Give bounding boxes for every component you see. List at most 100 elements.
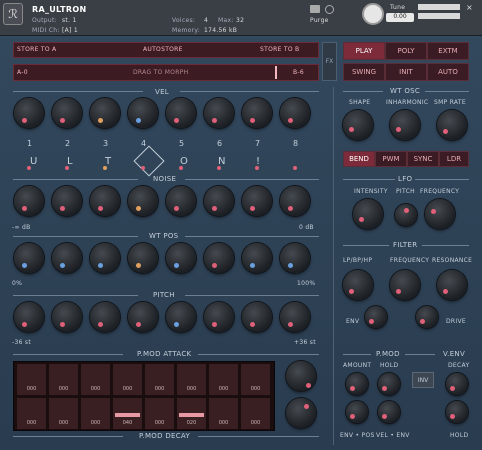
noise-step-7-knob[interactable]	[242, 186, 272, 216]
pmod-decay-cell[interactable]: 040	[112, 397, 143, 430]
inharmonic-knob[interactable]	[390, 110, 420, 140]
sync-button[interactable]: SYNC	[407, 151, 439, 167]
logo-icon[interactable]: ℛ	[3, 3, 23, 25]
poly-mode-button[interactable]: POLY	[385, 42, 427, 60]
init-button[interactable]: INIT	[385, 63, 427, 81]
pitch-step-5-knob[interactable]	[166, 302, 196, 332]
close-icon[interactable]: ×	[466, 4, 474, 12]
wtpos-step-8-knob[interactable]	[280, 243, 310, 273]
max-value[interactable]: 32	[236, 17, 244, 24]
pmod-attack-cell[interactable]: 000	[176, 363, 207, 396]
pwm-button[interactable]: PWM	[375, 151, 407, 167]
pitch-step-2-knob[interactable]	[52, 302, 82, 332]
venv-decay-knob[interactable]	[446, 373, 468, 395]
tune-knob[interactable]	[362, 3, 384, 25]
autostore-button[interactable]: AUTOSTORE	[143, 46, 183, 53]
pmod-attack-cell[interactable]: 000	[240, 363, 271, 396]
pmod-attack-cell[interactable]: 000	[48, 363, 79, 396]
filter-drive-knob[interactable]	[416, 306, 438, 328]
inv-button[interactable]: INV	[412, 372, 434, 388]
noise-step-1-knob[interactable]	[14, 186, 44, 216]
pmod-hold-knob[interactable]	[378, 373, 400, 395]
auto-button[interactable]: AUTO	[427, 63, 469, 81]
output-value[interactable]: st. 1	[62, 17, 77, 24]
wtpos-step-1-knob[interactable]	[14, 243, 44, 273]
pmod-decay-cell[interactable]: 020	[176, 397, 207, 430]
noise-step-2-knob[interactable]	[52, 186, 82, 216]
lfo-intensity-knob[interactable]	[353, 199, 383, 229]
vel-step-3-knob[interactable]	[90, 98, 120, 128]
extm-mode-button[interactable]: EXTM	[427, 42, 469, 60]
step-led	[141, 166, 145, 170]
purge-button[interactable]: Purge	[310, 17, 329, 24]
wtpos-step-5-knob[interactable]	[166, 243, 196, 273]
vel-step-5-knob[interactable]	[166, 98, 196, 128]
venv-hold-knob[interactable]	[446, 401, 468, 423]
info-icon[interactable]	[325, 5, 334, 14]
bend-button[interactable]: BEND	[343, 151, 375, 167]
play-mode-button[interactable]: PLAY	[343, 42, 385, 60]
smp-rate-knob[interactable]	[437, 110, 467, 140]
wtpos-section-title: WT POS	[149, 232, 179, 240]
vel-step-6-knob[interactable]	[204, 98, 234, 128]
pmod-decay-knob[interactable]	[286, 398, 316, 428]
vel-step-8-knob[interactable]	[280, 98, 310, 128]
pmod-attack-cell[interactable]: 000	[80, 363, 111, 396]
tune-value[interactable]: 0.00	[386, 13, 414, 22]
pitch-step-3-knob[interactable]	[90, 302, 120, 332]
pitch-step-8-knob[interactable]	[280, 302, 310, 332]
camera-icon[interactable]	[310, 5, 320, 13]
pmod-vel-env-knob[interactable]	[378, 401, 400, 423]
pmod-decay-cell[interactable]: 000	[144, 397, 175, 430]
pmod-decay-value: 040	[122, 420, 133, 426]
filter-mode-knob[interactable]	[343, 270, 373, 300]
lfo-pitch-knob[interactable]	[395, 204, 417, 226]
vel-step-1-knob[interactable]	[14, 98, 44, 128]
wtpos-step-6-knob[interactable]	[204, 243, 234, 273]
filter-frequency-knob[interactable]	[390, 270, 420, 300]
morph-handle[interactable]	[275, 66, 277, 79]
pmod-attack-cell[interactable]: 000	[144, 363, 175, 396]
wtpos-step-3-knob[interactable]	[90, 243, 120, 273]
kontakt-header: ℛ RA_ULTRON Output: st. 1 MIDI Ch: [A] 1…	[0, 0, 482, 36]
vel-step-4-knob[interactable]	[128, 98, 158, 128]
noise-step-3-knob[interactable]	[90, 186, 120, 216]
pitch-step-1-knob[interactable]	[14, 302, 44, 332]
pitch-step-4-knob[interactable]	[128, 302, 158, 332]
pitch-step-6-knob[interactable]	[204, 302, 234, 332]
wtpos-step-4-knob[interactable]	[128, 243, 158, 273]
pmod-env-pos-knob[interactable]	[346, 401, 368, 423]
pmod-amount-knob[interactable]	[346, 373, 368, 395]
ldr-button[interactable]: LDR	[439, 151, 469, 167]
filter-env-knob[interactable]	[365, 306, 387, 328]
tune-label: Tune	[390, 4, 406, 11]
wtpos-step-7-knob[interactable]	[242, 243, 272, 273]
pmod-decay-cell[interactable]: 000	[240, 397, 271, 430]
noise-step-8-knob[interactable]	[280, 186, 310, 216]
pmod-attack-cell[interactable]: 000	[16, 363, 47, 396]
store-b-button[interactable]: STORE TO B	[260, 46, 299, 53]
pmod-attack-cell[interactable]: 000	[208, 363, 239, 396]
instrument-name[interactable]: RA_ULTRON	[32, 5, 86, 14]
pmod-attack-knob[interactable]	[286, 361, 316, 391]
vel-step-2-knob[interactable]	[52, 98, 82, 128]
shape-knob[interactable]	[343, 110, 373, 140]
noise-min-label: -∞ dB	[12, 224, 31, 231]
wtpos-step-2-knob[interactable]	[52, 243, 82, 273]
vel-step-7-knob[interactable]	[242, 98, 272, 128]
pmod-decay-cell[interactable]: 000	[16, 397, 47, 430]
lfo-frequency-knob[interactable]	[425, 199, 455, 229]
pmod-decay-cell[interactable]: 000	[80, 397, 111, 430]
noise-step-4-knob[interactable]	[128, 186, 158, 216]
pmod-decay-cell[interactable]: 000	[208, 397, 239, 430]
noise-step-6-knob[interactable]	[204, 186, 234, 216]
pmod-attack-cell[interactable]: 000	[112, 363, 143, 396]
pmod-decay-cell[interactable]: 000	[48, 397, 79, 430]
store-a-button[interactable]: STORE TO A	[17, 46, 56, 53]
filter-resonance-knob[interactable]	[437, 270, 467, 300]
swing-button[interactable]: SWING	[343, 63, 385, 81]
midi-value[interactable]: [A] 1	[62, 27, 78, 34]
noise-step-5-knob[interactable]	[166, 186, 196, 216]
pitch-step-7-knob[interactable]	[242, 302, 272, 332]
fx-button[interactable]: FX	[322, 42, 337, 81]
